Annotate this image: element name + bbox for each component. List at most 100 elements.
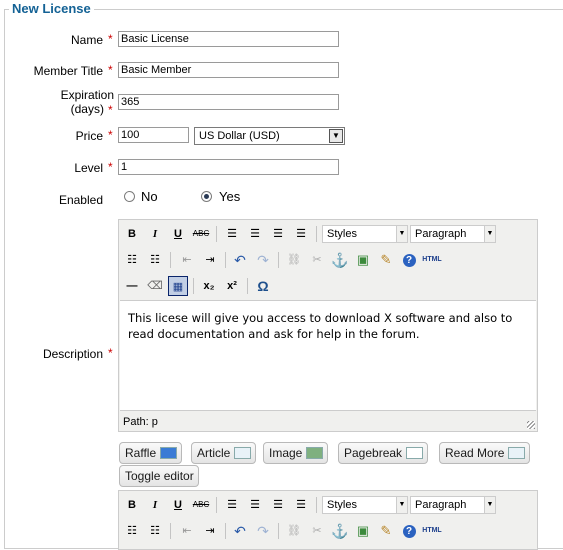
subscript-icon[interactable]: x₂ xyxy=(199,276,219,296)
price-input[interactable]: 100 xyxy=(118,127,189,143)
cleanup-icon[interactable]: ✎ xyxy=(376,250,396,270)
chevron-down-icon: ▼ xyxy=(396,226,407,242)
name-input[interactable]: Basic License xyxy=(118,31,339,47)
underline-icon[interactable]: U xyxy=(168,495,188,515)
underline-icon[interactable]: U xyxy=(168,224,188,244)
image-button[interactable]: Image xyxy=(263,442,329,464)
format-select[interactable]: Paragraph ▼ xyxy=(410,496,496,514)
pagebreak-button-label: Pagebreak xyxy=(344,446,403,460)
toolbar-separator xyxy=(278,523,279,539)
toggle-editor-button[interactable]: Toggle editor xyxy=(119,465,199,487)
redo-icon[interactable]: ↷ xyxy=(253,521,273,541)
align-justify-icon[interactable]: ☰ xyxy=(291,224,311,244)
strikethrough-icon[interactable]: ABC xyxy=(191,495,211,515)
link-icon[interactable]: ⛓ xyxy=(284,521,304,541)
enabled-yes-label: Yes xyxy=(219,189,241,204)
raffle-button[interactable]: Raffle xyxy=(119,442,183,464)
align-right-icon[interactable]: ☰ xyxy=(268,495,288,515)
html-icon[interactable]: HTML xyxy=(422,521,442,541)
expiration-input[interactable]: 365 xyxy=(118,94,339,110)
level-input[interactable]: 1 xyxy=(118,159,339,175)
required-mark: * xyxy=(108,160,113,174)
read-more-button-label: Read More xyxy=(445,446,505,460)
anchor-icon[interactable]: ⚓ xyxy=(330,250,350,270)
toolbar-separator xyxy=(170,252,171,268)
redo-icon[interactable]: ↷ xyxy=(253,250,273,270)
italic-icon[interactable]: I xyxy=(145,224,165,244)
chevron-down-icon: ▼ xyxy=(484,497,495,513)
table-icon[interactable]: ▦ xyxy=(168,276,188,296)
price-label: Price xyxy=(75,129,103,143)
currency-select[interactable]: US Dollar (USD) ▼ xyxy=(194,127,345,145)
styles-select-label: Styles xyxy=(327,228,357,240)
unlink-icon[interactable]: ✂ xyxy=(307,521,327,541)
image-icon xyxy=(306,447,324,459)
required-mark: * xyxy=(108,32,113,46)
remove-format-icon[interactable]: ⌫ xyxy=(145,276,165,296)
required-mark: * xyxy=(108,128,113,142)
align-center-icon[interactable]: ☰ xyxy=(245,495,265,515)
description-content[interactable]: This licese will give you access to down… xyxy=(120,300,536,411)
help-icon[interactable]: ? xyxy=(399,250,419,270)
help-icon[interactable]: ? xyxy=(399,521,419,541)
italic-icon[interactable]: I xyxy=(145,495,165,515)
undo-icon[interactable]: ↶ xyxy=(230,521,250,541)
indent-icon[interactable]: ⇥ xyxy=(200,521,220,541)
chevron-down-icon: ▼ xyxy=(484,226,495,242)
bullet-list-icon[interactable]: ☷ xyxy=(122,250,142,270)
superscript-icon[interactable]: x² xyxy=(222,276,242,296)
toolbar-separator xyxy=(225,252,226,268)
toolbar-separator xyxy=(316,497,317,513)
resize-handle-icon[interactable] xyxy=(527,421,535,429)
required-mark: * xyxy=(108,346,113,360)
link-icon[interactable]: ⛓ xyxy=(284,250,304,270)
styles-select-label: Styles xyxy=(327,499,357,511)
indent-icon[interactable]: ⇥ xyxy=(200,250,220,270)
styles-select[interactable]: Styles ▼ xyxy=(322,496,408,514)
align-left-icon[interactable]: ☰ xyxy=(222,224,242,244)
unlink-icon[interactable]: ✂ xyxy=(307,250,327,270)
enabled-yes-radio[interactable] xyxy=(201,191,212,202)
enabled-no-label: No xyxy=(141,189,158,204)
undo-icon[interactable]: ↶ xyxy=(230,250,250,270)
bullet-list-icon[interactable]: ☷ xyxy=(122,521,142,541)
align-right-icon[interactable]: ☰ xyxy=(268,224,288,244)
raffle-button-label: Raffle xyxy=(125,446,157,460)
numbered-list-icon[interactable]: ☷ xyxy=(145,521,165,541)
format-select[interactable]: Paragraph ▼ xyxy=(410,225,496,243)
level-label: Level xyxy=(74,161,103,175)
toolbar-separator xyxy=(278,252,279,268)
toolbar-separator xyxy=(216,497,217,513)
image-button-label: Image xyxy=(269,446,303,460)
toolbar-separator xyxy=(247,278,248,294)
pagebreak-button[interactable]: Pagebreak xyxy=(338,442,429,464)
horizontal-rule-icon[interactable]: — xyxy=(122,276,142,296)
image-icon[interactable]: ▣ xyxy=(353,521,373,541)
expiration-label-line2: (days) xyxy=(70,102,104,116)
bold-icon[interactable]: B xyxy=(122,224,142,244)
article-button[interactable]: Article xyxy=(191,442,257,464)
member-title-input[interactable]: Basic Member xyxy=(118,62,339,78)
format-select-label: Paragraph xyxy=(415,228,467,240)
align-center-icon[interactable]: ☰ xyxy=(245,224,265,244)
special-char-icon[interactable]: Ω xyxy=(253,276,273,296)
cleanup-icon[interactable]: ✎ xyxy=(376,521,396,541)
bold-icon[interactable]: B xyxy=(122,495,142,515)
anchor-icon[interactable]: ⚓ xyxy=(330,521,350,541)
outdent-icon[interactable]: ⇤ xyxy=(177,521,197,541)
raffle-icon xyxy=(160,447,178,459)
align-left-icon[interactable]: ☰ xyxy=(222,495,242,515)
toolbar-separator xyxy=(225,523,226,539)
numbered-list-icon[interactable]: ☷ xyxy=(145,250,165,270)
required-mark: * xyxy=(108,63,113,77)
align-justify-icon[interactable]: ☰ xyxy=(291,495,311,515)
strikethrough-icon[interactable]: ABC xyxy=(191,224,211,244)
toolbar-separator xyxy=(193,278,194,294)
styles-select[interactable]: Styles ▼ xyxy=(322,225,408,243)
article-button-label: Article xyxy=(197,446,231,460)
html-icon[interactable]: HTML xyxy=(422,250,442,270)
image-icon[interactable]: ▣ xyxy=(353,250,373,270)
read-more-button[interactable]: Read More xyxy=(439,442,531,464)
enabled-no-radio[interactable] xyxy=(124,191,135,202)
outdent-icon[interactable]: ⇤ xyxy=(177,250,197,270)
